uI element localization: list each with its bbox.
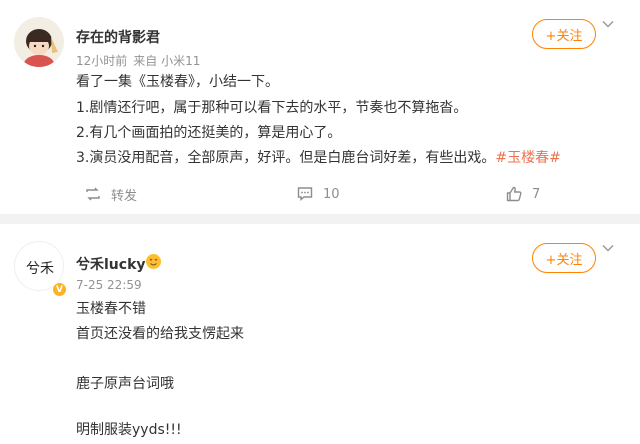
like-icon bbox=[506, 186, 522, 202]
username[interactable]: 兮禾lucky bbox=[76, 254, 146, 274]
post-line: 玉楼春不错 bbox=[76, 301, 146, 317]
post-source: 来自 小米11 bbox=[133, 54, 201, 68]
like-button[interactable]: 7 bbox=[505, 178, 540, 210]
repost-button[interactable]: 转发 bbox=[84, 178, 137, 210]
post-meta: 12小时前 来自 小米11 bbox=[76, 52, 206, 69]
post-line: 鹿子原声台词哦 bbox=[76, 376, 174, 392]
post-card: 存在的背影君 12小时前 来自 小米11 +关注 看了一集《玉楼春》，小结一下。 … bbox=[0, 0, 640, 214]
action-bar: 转发 10 7 bbox=[0, 178, 640, 210]
verified-badge-icon: V bbox=[52, 282, 67, 297]
post-line: 2.有几个画面拍的还挺美的，算是用心了。 bbox=[76, 125, 342, 141]
comment-button[interactable]: 10 bbox=[296, 178, 340, 210]
avatar-image bbox=[14, 17, 64, 67]
comment-icon bbox=[297, 187, 313, 201]
follow-label: +关注 bbox=[545, 28, 583, 44]
avatar[interactable] bbox=[14, 17, 64, 67]
follow-label: +关注 bbox=[545, 252, 583, 268]
avatar-text: 兮禾 bbox=[26, 261, 54, 277]
username[interactable]: 存在的背影君 bbox=[76, 27, 160, 47]
repost-label: 转发 bbox=[111, 188, 138, 204]
chevron-down-icon[interactable] bbox=[600, 240, 616, 256]
like-count: 7 bbox=[532, 186, 541, 202]
post-line-text: 3.演员没用配音，全部原声，好评。但是白鹿台词好差，有些出戏。 bbox=[76, 150, 496, 166]
follow-button[interactable]: +关注 bbox=[532, 243, 596, 273]
topic-link[interactable]: #玉楼春# bbox=[495, 150, 560, 166]
post-line: 1.剧情还行吧，属于那种可以看下去的水平，节奏也不算拖沓。 bbox=[76, 100, 468, 116]
post-line-with-topic: 3.演员没用配音，全部原声，好评。但是白鹿台词好差，有些出戏。#玉楼春# bbox=[76, 147, 561, 167]
chevron-down-icon[interactable] bbox=[600, 16, 616, 32]
follow-button[interactable]: +关注 bbox=[532, 19, 596, 49]
post-line: 明制服装yyds!!! bbox=[76, 422, 182, 438]
post-time[interactable]: 12小时前 bbox=[76, 54, 127, 68]
post-line: 看了一集《玉楼春》，小结一下。 bbox=[76, 74, 279, 90]
comment-count: 10 bbox=[323, 186, 340, 202]
post-time[interactable]: 7-25 22:59 bbox=[76, 278, 142, 292]
member-emoji-icon bbox=[146, 254, 161, 269]
repost-icon bbox=[86, 187, 100, 201]
post-line: 首页还没看的给我支愣起来 bbox=[76, 326, 244, 342]
